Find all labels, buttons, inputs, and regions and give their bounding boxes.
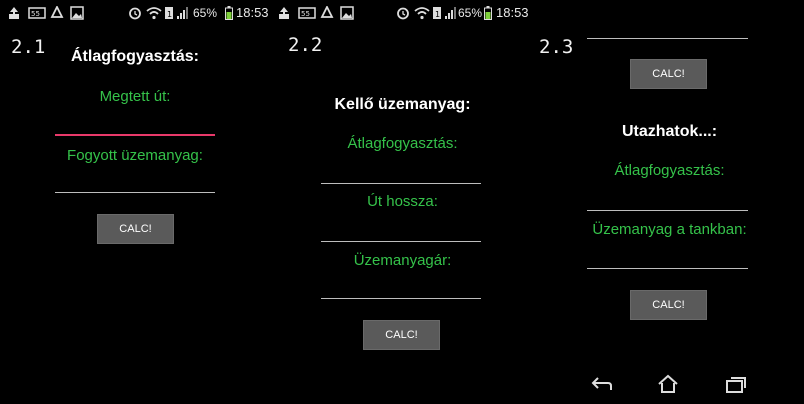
upload-icon [9,7,19,19]
distance-input[interactable] [55,134,215,136]
calc-button[interactable]: CALC! [97,214,174,244]
sim-icon: 1 [165,7,173,19]
distance-label: Megtett út: [99,88,171,105]
home-icon[interactable] [656,374,680,394]
fuel-in-tank-label: Üzemanyag a tankban: [592,221,747,238]
svg-text:55: 55 [301,10,310,18]
calc-button-top[interactable]: CALC! [630,59,707,89]
battery-icon [484,6,492,20]
status-bar: 55 1 65% 18:53 [0,0,270,26]
avg-consumption-label: Átlagfogyasztás: [347,135,458,152]
trip-length-label: Út hossza: [367,193,438,210]
upload-icon [279,7,289,19]
battery-icon [225,6,233,20]
recent-apps-icon[interactable] [724,374,748,394]
svg-text:1: 1 [167,10,172,19]
trip-length-input[interactable] [321,241,481,242]
page-title: Kellő üzemanyag: [334,96,471,113]
wifi-icon [414,7,430,20]
avg-consumption-input[interactable] [321,183,481,184]
fuel-in-tank-input[interactable] [587,268,748,269]
fuel-used-input[interactable] [55,192,215,193]
avg-consumption-label: Átlagfogyasztás: [614,162,725,179]
svg-text:1: 1 [435,10,440,19]
image-icon [70,6,84,20]
clock: 18:53 [236,5,269,20]
calc-button[interactable]: CALC! [630,290,707,320]
signal-icon [445,7,456,19]
svg-text:55: 55 [31,10,40,18]
alarm-icon [397,7,409,20]
wifi-icon [146,7,162,20]
screen-trip-range: 2.3 CALC! Utazhatok...: Átlagfogyasztás:… [535,0,804,404]
previous-input[interactable] [587,38,748,39]
signal-icon [177,7,188,19]
status-bar: 55 1 65% 18:53 [270,0,535,26]
screen-required-fuel: 55 1 65% 18:53 2.2 Kellő üzemanyag: Átla… [270,0,535,404]
alarm-icon [129,7,141,20]
battery-percent: 65% [458,6,483,20]
clock: 18:53 [496,5,529,20]
notification-icon: 55 [298,7,316,19]
step-label: 2.3 [539,36,574,58]
page-title: Utazhatok...: [621,123,718,140]
navigation-bar [535,360,804,404]
battery-percent: 65% [193,6,218,20]
recycle-icon [50,6,64,18]
calc-button[interactable]: CALC! [363,320,440,350]
back-icon[interactable] [590,374,614,394]
step-label: 2.2 [288,34,323,56]
notification-icon: 55 [28,7,46,19]
fuel-price-input[interactable] [321,298,481,299]
avg-consumption-input[interactable] [587,210,748,211]
image-icon [340,6,354,20]
recycle-icon [320,6,334,18]
sim-icon: 1 [433,7,441,19]
fuel-price-label: Üzemanyagár: [353,252,452,269]
fuel-used-label: Fogyott üzemanyag: [67,147,203,164]
screen-average-consumption: 55 1 65% 18:53 2.1 Átlagfogyasztás: Megt… [0,0,270,404]
page-title: Átlagfogyasztás: [70,48,200,65]
